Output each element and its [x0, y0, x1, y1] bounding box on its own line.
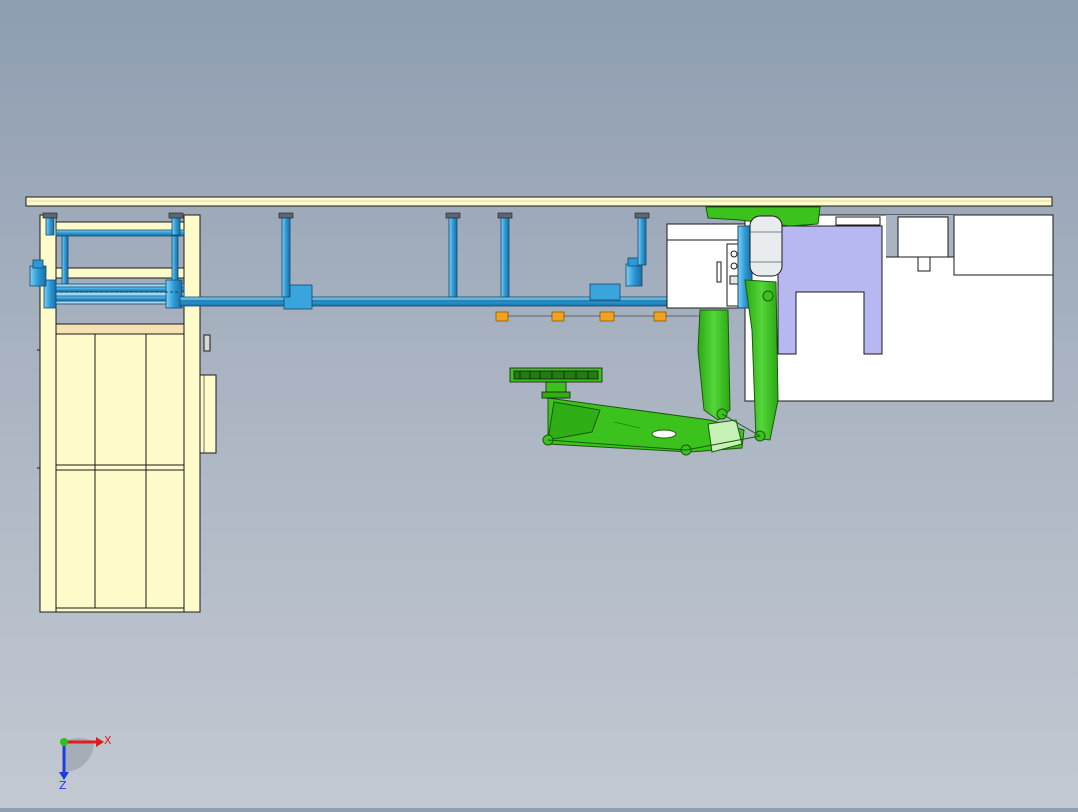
cad-drawing: X Z: [25, 196, 1054, 792]
right-enclosure: [744, 214, 1054, 402]
x-axis-arrowhead-icon: [96, 737, 104, 747]
top-beam: [25, 196, 1053, 207]
y-axis-dot-icon: [60, 738, 68, 746]
cad-viewport[interactable]: X Z: [0, 0, 1078, 808]
x-axis-label: X: [104, 734, 112, 747]
hanger-caps: [42, 212, 650, 219]
robot-controller-box: [666, 223, 753, 309]
conveyor-rail: [179, 257, 671, 310]
z-axis-label: Z: [59, 779, 67, 792]
axis-triad: X Z: [59, 734, 112, 792]
end-effector: [509, 367, 603, 399]
